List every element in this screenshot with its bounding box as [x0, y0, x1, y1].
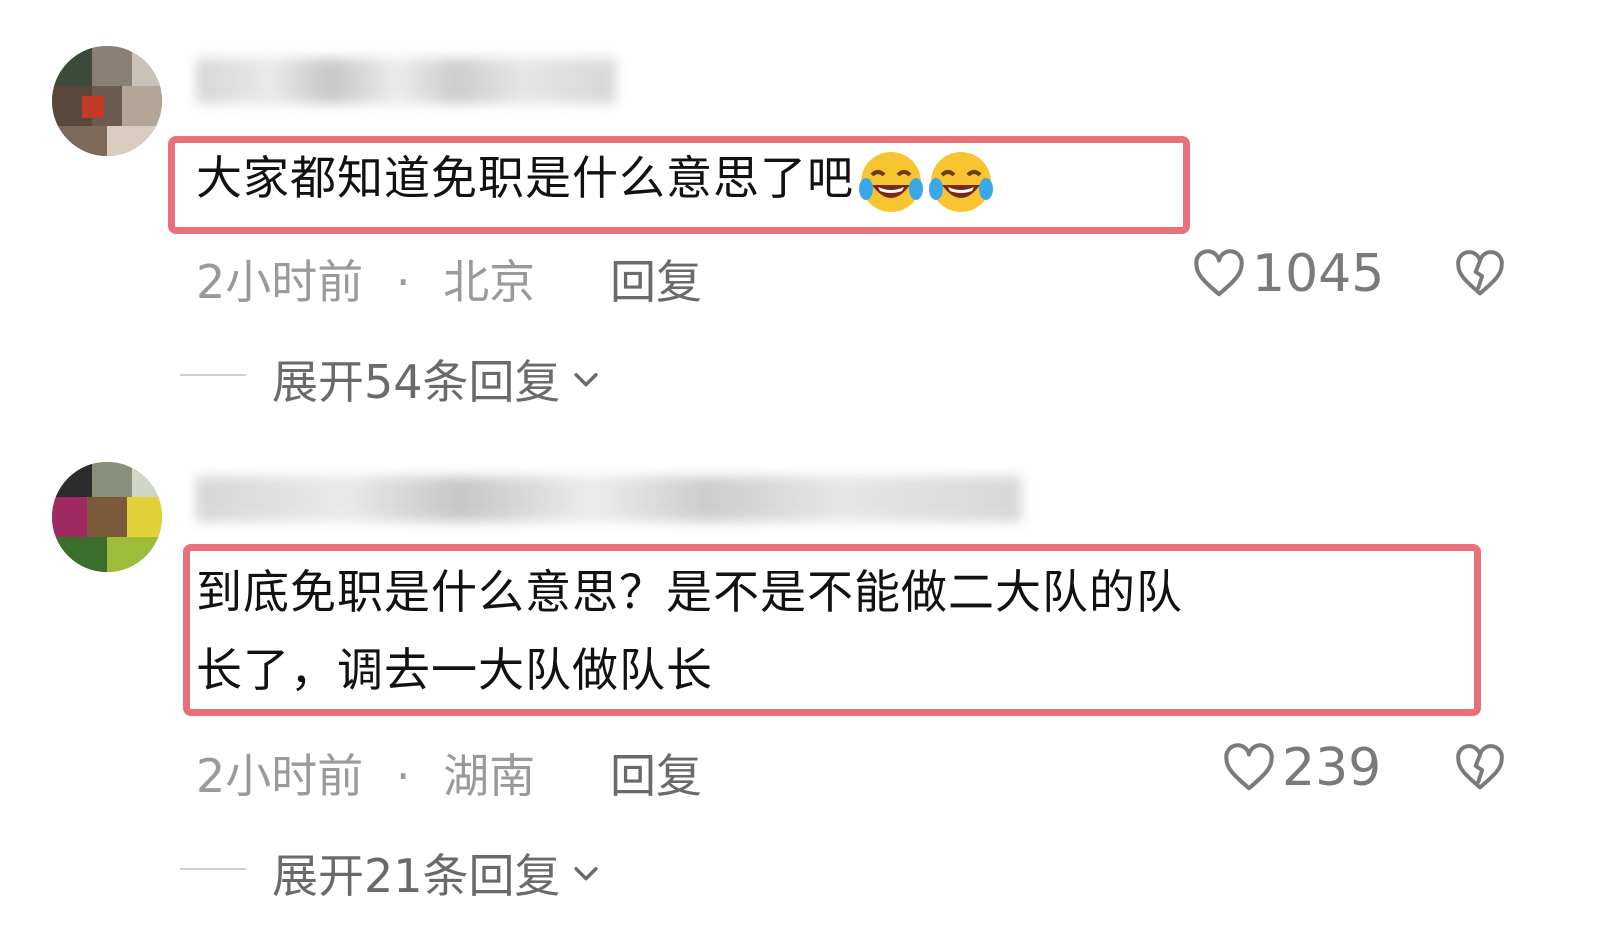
- avatar[interactable]: [52, 462, 162, 572]
- highlight-box: [168, 136, 1190, 234]
- like-button[interactable]: 239: [1222, 738, 1381, 798]
- location: 北京: [443, 255, 536, 309]
- heart-broken-icon[interactable]: [1452, 248, 1508, 300]
- avatar[interactable]: [52, 46, 162, 156]
- like-count: 239: [1282, 738, 1382, 798]
- heart-icon: [1194, 249, 1244, 297]
- like-button[interactable]: 1045: [1192, 244, 1384, 304]
- highlight-box: [183, 544, 1481, 716]
- username-blurred[interactable]: [196, 58, 616, 104]
- divider-line: [180, 374, 246, 376]
- username-blurred[interactable]: [196, 476, 1022, 522]
- timestamp: 2小时前: [196, 255, 364, 309]
- comment-meta: 2小时前 · 湖南: [196, 740, 535, 806]
- heart-broken-icon[interactable]: [1452, 742, 1508, 794]
- meta-separator: ·: [395, 255, 411, 309]
- expand-label: 展开54条回复: [272, 355, 561, 409]
- expand-replies-button[interactable]: 展开54条回复: [272, 346, 603, 412]
- reply-button[interactable]: 回复: [610, 740, 702, 806]
- expand-replies-button[interactable]: 展开21条回复: [272, 840, 603, 906]
- location: 湖南: [443, 749, 536, 803]
- timestamp: 2小时前: [196, 749, 364, 803]
- comment-meta: 2小时前 · 北京: [196, 246, 535, 312]
- chevron-down-icon: [573, 867, 598, 881]
- like-count: 1045: [1252, 244, 1385, 304]
- meta-separator: ·: [395, 749, 411, 803]
- chevron-down-icon: [573, 373, 598, 387]
- divider-line: [180, 868, 246, 870]
- heart-icon: [1224, 743, 1274, 791]
- expand-label: 展开21条回复: [272, 849, 561, 903]
- reply-button[interactable]: 回复: [610, 246, 702, 312]
